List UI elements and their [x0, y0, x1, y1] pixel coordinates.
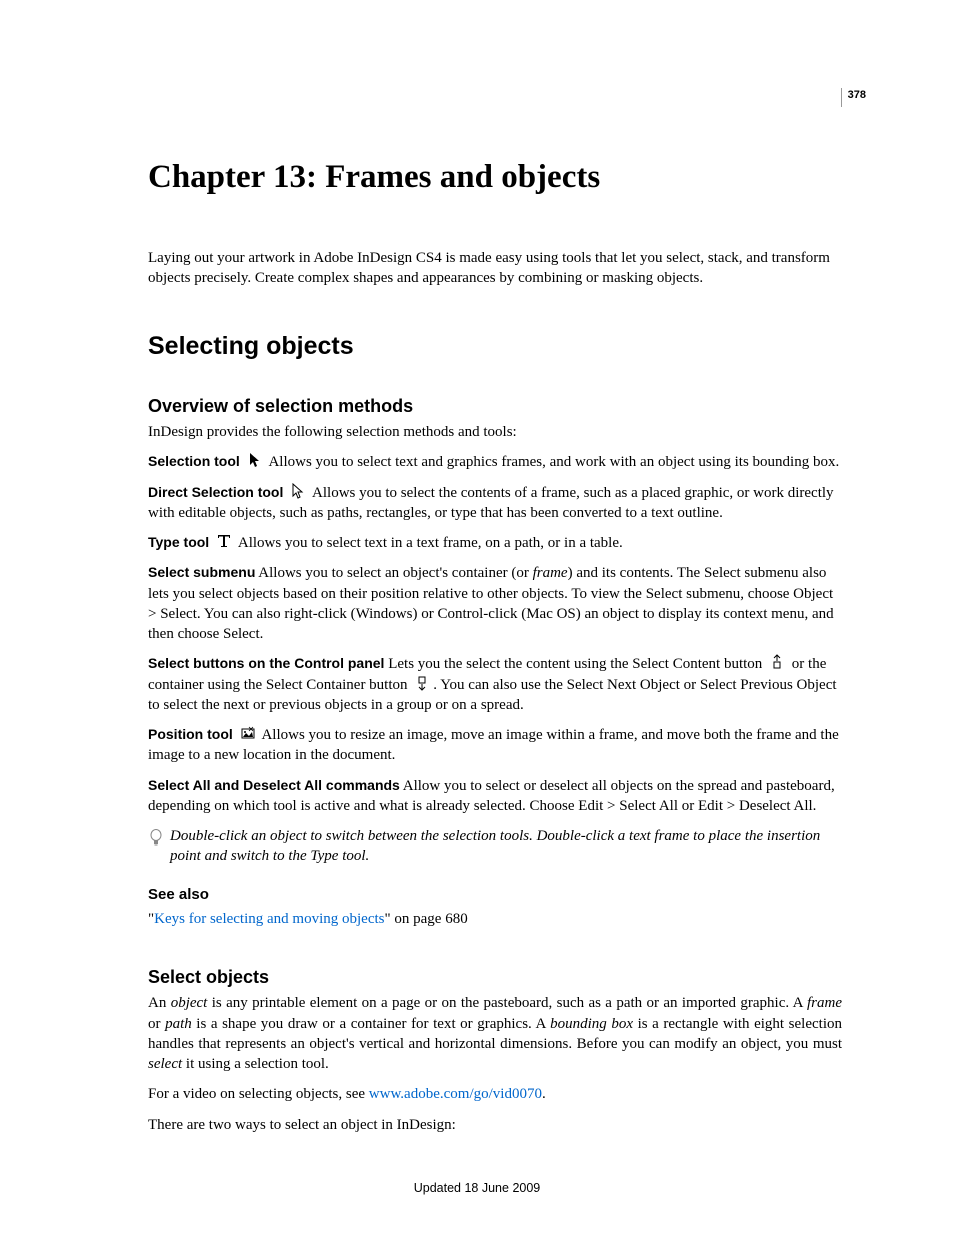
position-tool-term: Position tool: [148, 726, 233, 742]
selection-tool-entry: Selection tool Allows you to select text…: [148, 452, 842, 472]
lightbulb-icon: [148, 826, 170, 854]
position-tool-icon: [240, 725, 256, 739]
type-tool-entry: Type tool Allows you to select text in a…: [148, 533, 842, 553]
selection-tool-term: Selection tool: [148, 453, 240, 469]
select-buttons-entry: Select buttons on the Control panel Lets…: [148, 654, 842, 715]
video-pre: For a video on selecting objects, see: [148, 1086, 369, 1102]
select-content-icon: [769, 654, 785, 668]
see-also-link[interactable]: Keys for selecting and moving objects: [154, 911, 384, 927]
tip-text: Double-click an object to switch between…: [170, 826, 842, 867]
p1-b: is any printable element on a page or on…: [207, 995, 807, 1011]
p1-f: it using a selection tool.: [182, 1056, 329, 1072]
type-tool-term: Type tool: [148, 534, 209, 550]
content-area: Chapter 13: Frames and objects Laying ou…: [148, 155, 842, 1145]
select-submenu-pre: Allows you to select an object's contain…: [255, 565, 532, 581]
intro-paragraph: Laying out your artwork in Adobe InDesig…: [148, 248, 842, 289]
select-container-icon: [414, 675, 430, 689]
type-tool-icon: [216, 533, 232, 547]
p1-c: or: [148, 1016, 165, 1032]
selection-tool-desc: Allows you to select text and graphics f…: [266, 454, 840, 470]
video-link[interactable]: www.adobe.com/go/vid0070: [369, 1086, 542, 1102]
chapter-title: Chapter 13: Frames and objects: [148, 155, 842, 200]
p1-a: An: [148, 995, 171, 1011]
select-buttons-term: Select buttons on the Control panel: [148, 655, 384, 671]
ways-paragraph: There are two ways to select an object i…: [148, 1115, 842, 1135]
subsection-select-objects: Select objects: [148, 965, 842, 989]
direct-selection-tool-icon: [290, 483, 306, 497]
selection-tool-icon: [247, 452, 263, 466]
select-all-entry: Select All and Deselect All commands All…: [148, 776, 842, 817]
select-buttons-desc1: Lets you the select the content using th…: [384, 656, 766, 672]
select-objects-p1: An object is any printable element on a …: [148, 993, 842, 1074]
p1-object: object: [171, 995, 208, 1011]
overview-intro: InDesign provides the following selectio…: [148, 422, 842, 442]
tip: Double-click an object to switch between…: [148, 826, 842, 867]
subsection-overview: Overview of selection methods: [148, 394, 842, 418]
p1-d: is a shape you draw or a container for t…: [192, 1016, 550, 1032]
page-number: 378: [841, 88, 866, 107]
direct-selection-term: Direct Selection tool: [148, 484, 283, 500]
video-paragraph: For a video on selecting objects, see ww…: [148, 1084, 842, 1104]
direct-selection-entry: Direct Selection tool Allows you to sele…: [148, 483, 842, 524]
position-tool-entry: Position tool Allows you to resize an im…: [148, 725, 842, 766]
p1-path: path: [165, 1016, 192, 1032]
select-submenu-term: Select submenu: [148, 564, 255, 580]
type-tool-desc: Allows you to select text in a text fram…: [235, 535, 623, 551]
select-submenu-entry: Select submenu Allows you to select an o…: [148, 563, 842, 644]
p1-bbox: bounding box: [550, 1016, 633, 1032]
video-post: .: [542, 1086, 546, 1102]
see-also-heading: See also: [148, 885, 842, 905]
footer-date: Updated 18 June 2009: [0, 1180, 954, 1197]
select-all-term: Select All and Deselect All commands: [148, 777, 400, 793]
see-also-suffix: " on page 680: [385, 911, 468, 927]
see-also-link-row: "Keys for selecting and moving objects" …: [148, 909, 842, 929]
p1-frame: frame: [807, 995, 842, 1011]
select-submenu-italic: frame: [533, 565, 568, 581]
p1-select: select: [148, 1056, 182, 1072]
section-heading: Selecting objects: [148, 330, 842, 364]
